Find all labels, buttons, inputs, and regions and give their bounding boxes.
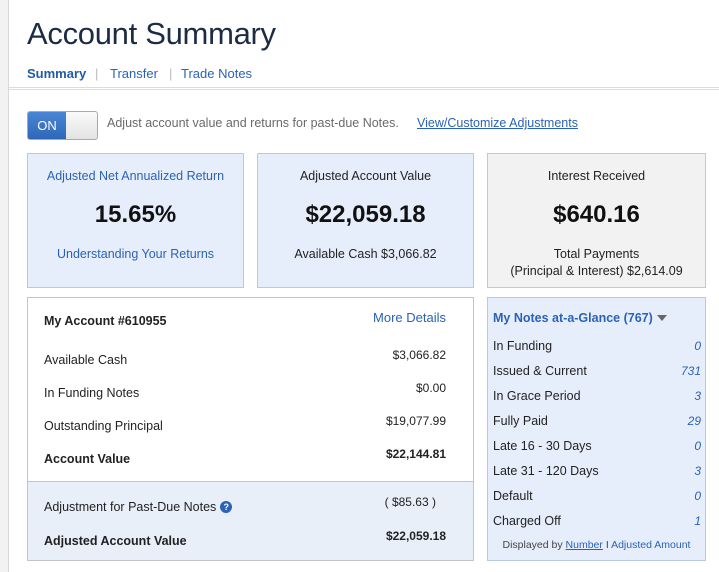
toggle-on-label: ON — [28, 112, 66, 139]
notes-row-label: Late 16 - 30 Days — [493, 439, 592, 453]
notes-row-count[interactable]: 731 — [681, 364, 701, 378]
tab-trade-notes[interactable]: Trade Notes — [181, 66, 252, 81]
account-panel: My Account #610955 More Details Availabl… — [27, 297, 474, 561]
help-icon[interactable]: ? — [220, 501, 233, 513]
notes-row-label: Late 31 - 120 Days — [493, 464, 599, 478]
chevron-down-icon — [656, 315, 667, 321]
notes-row-count[interactable]: 0 — [694, 439, 701, 453]
nav-separator: | — [169, 66, 173, 81]
tab-transfer[interactable]: Transfer — [110, 66, 158, 81]
display-mode-label: Displayed by — [502, 539, 563, 551]
adjusted-value-label: Adjusted Account Value — [44, 534, 187, 548]
account-value-label: Adjusted Account Value — [299, 169, 432, 183]
adjustment-label-text: Adjustment for Past-Due Notes — [44, 500, 217, 514]
display-mode-footer: Displayed by Number I Adjusted Amount — [488, 539, 705, 551]
customize-adjustments-link[interactable]: View/Customize Adjustments — [417, 116, 578, 130]
interest-value: $640.16 — [553, 201, 640, 228]
total-payments-label: Total Payments — [553, 247, 640, 261]
available-cash-summary: Available Cash $3,066.82 — [294, 247, 437, 261]
row-value: $3,066.82 — [392, 348, 446, 362]
nav-separator: | — [95, 66, 99, 81]
adjustment-label: Adjustment for Past-Due Notes? — [44, 500, 233, 514]
display-by-amount-link[interactable]: Adjusted Amount — [611, 539, 690, 551]
notes-row-label: In Funding — [493, 339, 553, 353]
notes-row-count[interactable]: 3 — [694, 389, 701, 403]
interest-label: Interest Received — [547, 169, 646, 183]
total-payments-value: (Principal & Interest) $2,614.09 — [510, 264, 683, 278]
page: Account Summary Summary | Transfer | Tra… — [8, 0, 719, 572]
notes-row-label: In Grace Period — [493, 389, 581, 403]
net-return-label: Adjusted Net Annualized Return — [46, 169, 225, 183]
notes-row-count[interactable]: 1 — [694, 514, 701, 528]
adjustment-value: ( $85.63 ) — [384, 495, 436, 509]
notes-row-count[interactable]: 3 — [694, 464, 701, 478]
tab-summary[interactable]: Summary — [27, 66, 86, 81]
page-title: Account Summary — [27, 16, 276, 51]
notes-row-label: Default — [493, 489, 533, 503]
row-label: Available Cash — [44, 353, 128, 367]
account-value: $22,059.18 — [305, 201, 426, 228]
row-value: $19,077.99 — [385, 414, 446, 428]
more-details-link[interactable]: More Details — [373, 310, 446, 325]
row-label: Account Value — [44, 452, 131, 466]
notes-heading[interactable]: My Notes at-a-Glance (767) — [493, 311, 667, 325]
divider — [9, 89, 719, 90]
row-label: Outstanding Principal — [44, 419, 163, 433]
row-value: $22,144.81 — [385, 447, 446, 461]
sub-navigation: Summary | Transfer | Trade Notes — [9, 62, 719, 88]
adjusted-value: $22,059.18 — [385, 529, 446, 543]
notes-row-label: Fully Paid — [493, 414, 548, 428]
notes-row-label: Issued & Current — [493, 364, 587, 378]
net-return-value: 15.65% — [94, 201, 177, 228]
account-heading: My Account #610955 — [44, 314, 167, 328]
adjustment-toggle[interactable]: ON — [27, 111, 98, 140]
row-value: $0.00 — [415, 381, 446, 395]
understanding-returns-link[interactable]: Understanding Your Returns — [28, 247, 243, 261]
notes-row-count[interactable]: 29 — [688, 414, 701, 428]
adjustment-section: Adjustment for Past-Due Notes? ( $85.63 … — [28, 482, 473, 560]
notes-row-count[interactable]: 0 — [694, 489, 701, 503]
row-label: In Funding Notes — [44, 386, 140, 400]
notes-panel: My Notes at-a-Glance (767) In Funding 0 I… — [487, 297, 706, 561]
notes-row-label: Charged Off — [493, 514, 561, 528]
notes-heading-text: My Notes at-a-Glance (767) — [493, 311, 653, 325]
adjustment-description: Adjust account value and returns for pas… — [107, 116, 399, 130]
net-return-card: Adjusted Net Annualized Return 15.65% Un… — [27, 153, 244, 288]
account-value-card: Adjusted Account Value $22,059.18 Availa… — [257, 153, 474, 288]
display-mode-separator: I — [605, 539, 609, 551]
notes-row-count[interactable]: 0 — [694, 339, 701, 353]
interest-card: Interest Received $640.16 Total Payments… — [487, 153, 706, 288]
display-by-number-link[interactable]: Number — [566, 539, 603, 551]
